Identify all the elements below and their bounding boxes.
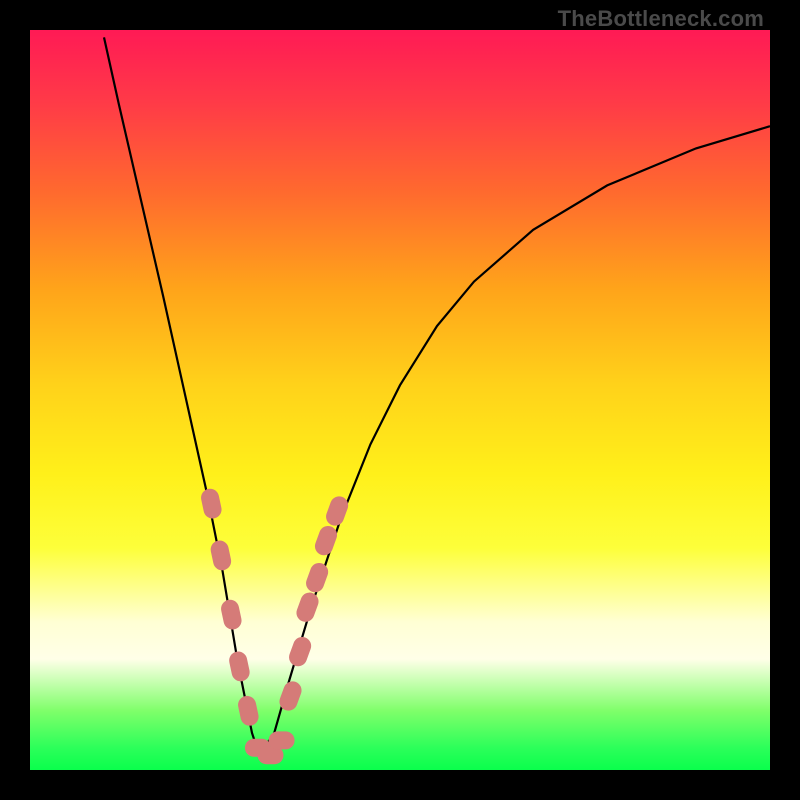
data-markers (199, 487, 350, 764)
chart-plot-area (30, 30, 770, 770)
chart-svg (30, 30, 770, 770)
curve-left (104, 37, 259, 755)
curve-right (259, 126, 770, 755)
attribution-text: TheBottleneck.com (558, 6, 764, 32)
